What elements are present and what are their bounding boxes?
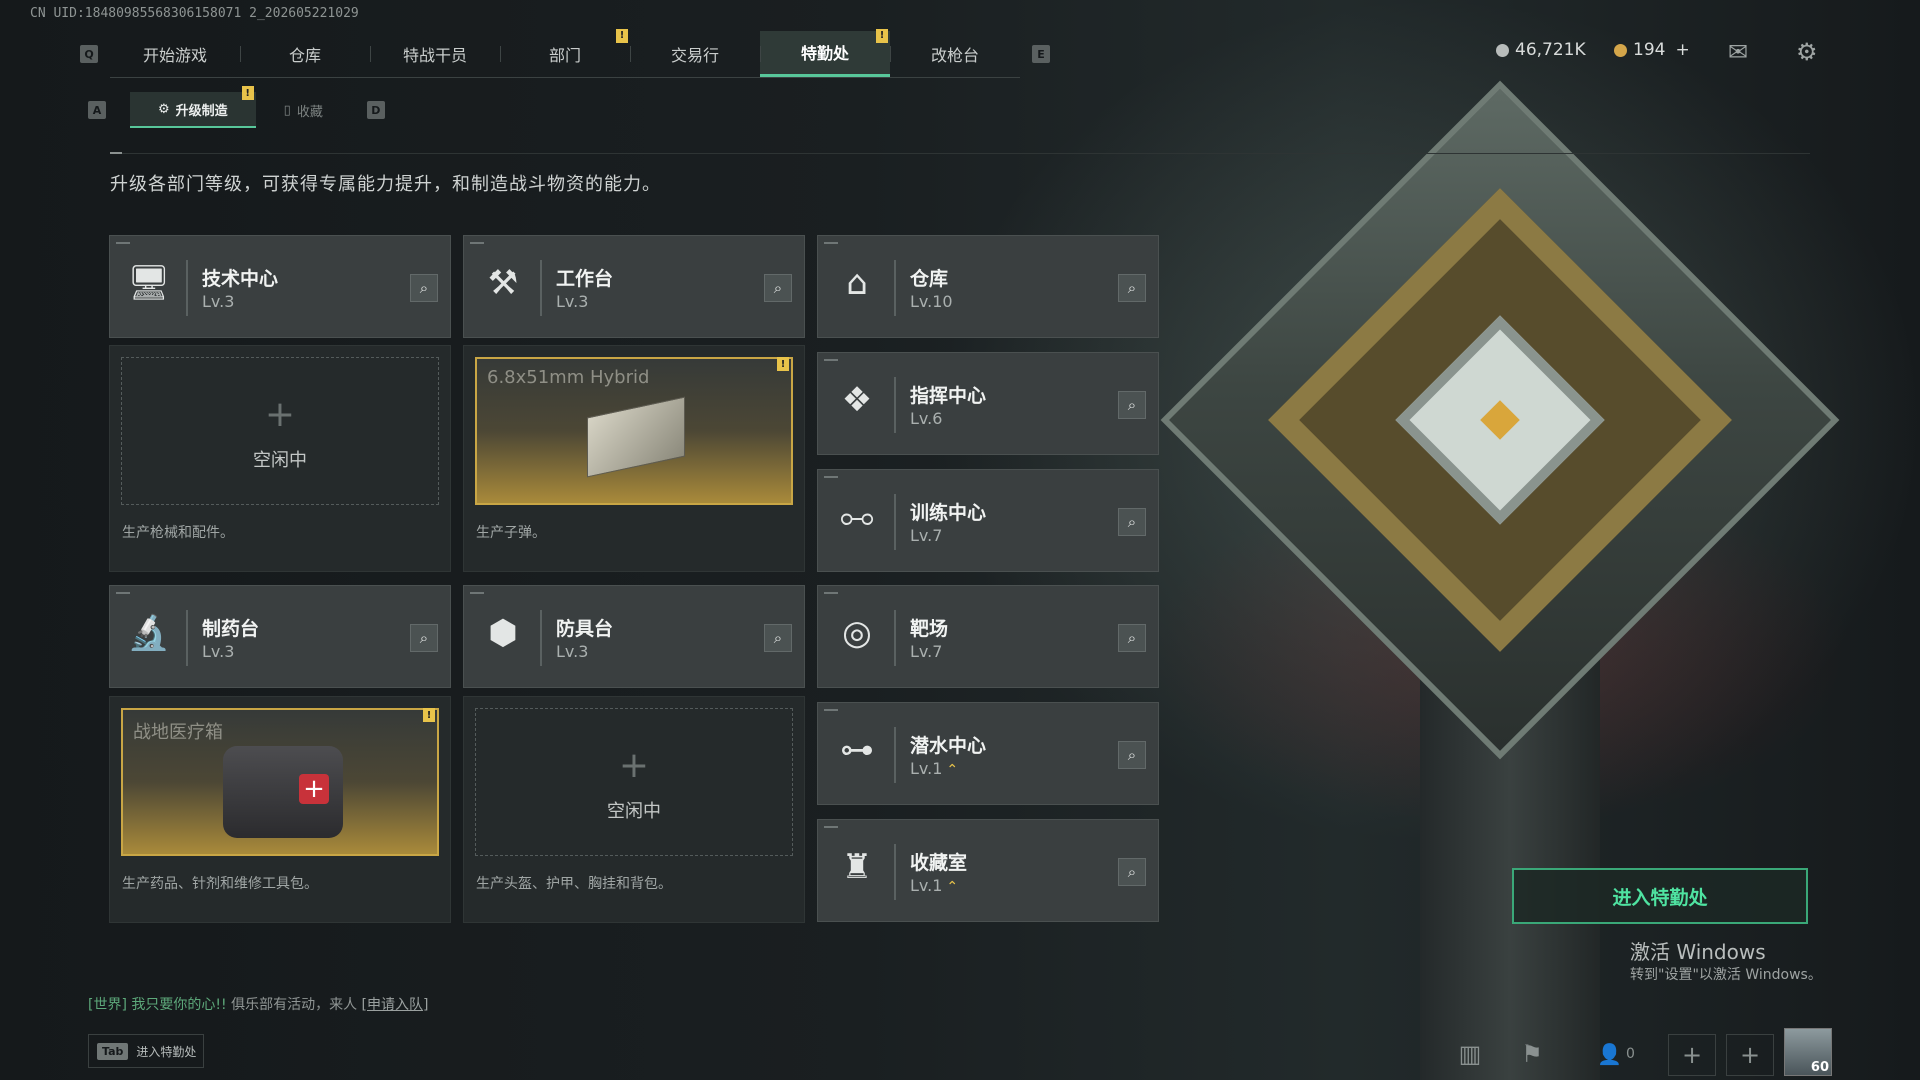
gear-icon[interactable]: ⚙ [1796,38,1818,66]
production-slot-pharmacy: 战地医疗箱 ! + 生产药品、针剂和维修工具包。 [109,696,451,923]
notification-badge: ! [241,86,254,100]
empty-slot-button[interactable]: + 空闲中 [121,357,439,505]
tab-shortcut-hint[interactable]: Tab 进入特勤处 [88,1034,204,1068]
craft-icon: ⚙ [158,101,170,117]
search-icon[interactable]: ⌕ [1118,508,1146,536]
tab-gunsmith[interactable]: 改枪台 [890,31,1020,77]
dept-card-command-center[interactable]: ❖ 指挥中心 Lv.6 ⌕ [817,352,1159,455]
target-icon: ◎ [842,613,872,653]
production-slot-tech-center: + 空闲中 生产枪械和配件。 [109,345,451,572]
plus-icon: + [618,745,650,786]
stats-icon[interactable]: ▥ [1452,1034,1488,1074]
dept-card-collection-room[interactable]: ♜ 收藏室 Lv.1 ⌃ ⌕ [817,819,1159,922]
notification-badge: ! [876,28,888,43]
add-slot-icon[interactable]: + [1726,1034,1774,1076]
search-icon[interactable]: ⌕ [1118,274,1146,302]
empty-slot-button[interactable]: + 空闲中 [475,708,793,856]
production-slot-armor-bench: + 空闲中 生产头盔、护甲、胸挂和背包。 [463,696,805,923]
notification-badge: ! [423,708,435,722]
search-icon[interactable]: ⌕ [1118,858,1146,886]
tab-operators[interactable]: 特战干员 [370,31,500,77]
nav-left-key[interactable]: Q [80,45,98,63]
friends-button[interactable]: 👤 0 [1586,1034,1646,1074]
tab-departments[interactable]: 部门! [500,28,630,77]
windows-activation-subtitle: 转到"设置"以激活 Windows。 [1630,967,1822,983]
producing-item-ammo[interactable]: 6.8x51mm Hybrid ! [475,357,793,505]
subtab-upgrade-craft[interactable]: ⚙ 升级制造 ! [130,86,256,128]
premium-balance[interactable]: 194 + [1614,40,1690,60]
wrench-hammer-icon: ⚒ [487,263,519,303]
chat-message: [世界] 我只要你的心!! 俱乐部有活动，来人 [申请入队] [88,997,429,1013]
dept-card-workbench[interactable]: ⚒ 工作台 Lv.3 ⌕ [463,235,805,338]
dept-card-armor-bench[interactable]: ⬢ 防具台 Lv.3 ⌕ [463,585,805,688]
nav-right-key[interactable]: E [1032,45,1050,63]
plus-icon: + [264,394,296,435]
tab-warehouse[interactable]: 仓库 [240,31,370,77]
apply-join-link[interactable]: [申请入队] [362,997,429,1013]
tab-special-ops[interactable]: 特勤处! [760,28,890,77]
page-description: 升级各部门等级，可获得专属能力提升，和制造战斗物资的能力。 [110,174,661,195]
player-uid: CN UID:18480985568306158071 2_2026052210… [30,6,359,21]
hq-cube-illustration [1160,80,1840,760]
search-icon[interactable]: ⌕ [764,624,792,652]
subnav-left-key[interactable]: A [88,101,106,119]
notification-badge: ! [616,28,628,43]
search-icon[interactable]: ⌕ [410,274,438,302]
tab-start-game[interactable]: 开始游戏 [110,31,240,77]
divider [110,153,1810,154]
production-slot-workbench: 6.8x51mm Hybrid ! 生产子弹。 [463,345,805,572]
dept-card-training-center[interactable]: ⧟ 训练中心 Lv.7 ⌕ [817,469,1159,572]
divider-accent [110,152,122,154]
subtab-collection[interactable]: ▯ 收藏 [256,93,351,127]
search-icon[interactable]: ⌕ [1118,391,1146,419]
search-icon[interactable]: ⌕ [764,274,792,302]
avatar[interactable]: 60 [1784,1028,1832,1076]
dept-card-warehouse[interactable]: ⌂ 仓库 Lv.10 ⌕ [817,235,1159,338]
microscope-icon: 🔬 [127,613,171,653]
dumbbell-icon: ⧟ [840,497,874,537]
premium-coin-icon [1614,43,1627,57]
ammo-box-image [587,396,685,478]
dept-card-pharmacy[interactable]: 🔬 制药台 Lv.3 ⌕ [109,585,451,688]
monitor-icon: 🖥 [127,263,171,303]
cubes-icon: ⬢ [488,613,518,653]
coin-balance: 46,721K [1496,40,1586,60]
medkit-image: + [223,746,343,838]
coin-icon [1496,43,1509,57]
sub-navigation: A ⚙ 升级制造 ! ▯ 收藏 D [88,86,385,128]
upgrade-available-icon: ⌃ [946,762,959,778]
add-slot-icon[interactable]: + [1668,1034,1716,1076]
producing-item-medkit[interactable]: 战地医疗箱 ! + [121,708,439,856]
collection-icon: ▯ [283,102,291,118]
search-icon[interactable]: ⌕ [1118,741,1146,769]
add-premium-button[interactable]: + [1675,40,1689,60]
mail-icon[interactable]: ✉ [1728,38,1748,66]
dept-card-tech-center[interactable]: 🖥 技术中心 Lv.3 ⌕ [109,235,451,338]
search-icon[interactable]: ⌕ [1118,624,1146,652]
tab-trading[interactable]: 交易行 [630,31,760,77]
trophy-case-icon: ♜ [841,847,873,887]
enter-special-ops-button[interactable]: 进入特勤处 [1512,868,1808,924]
subnav-right-key[interactable]: D [366,101,385,119]
notification-badge: ! [777,357,789,371]
upgrade-available-icon: ⌃ [946,879,959,895]
command-icon: ❖ [841,380,873,420]
dept-card-diving-center[interactable]: ⊶ 潜水中心 Lv.1 ⌃ ⌕ [817,702,1159,805]
main-navigation: Q 开始游戏 仓库 特战干员 部门! 交易行 特勤处! 改枪台 E [80,28,1050,78]
warehouse-icon: ⌂ [846,263,868,303]
flag-icon[interactable]: ⚑ [1514,1034,1550,1074]
dept-card-shooting-range[interactable]: ◎ 靶场 Lv.7 ⌕ [817,585,1159,688]
search-icon[interactable]: ⌕ [410,624,438,652]
user-icon: 👤 [1597,1042,1622,1066]
windows-activation-title: 激活 Windows [1630,940,1766,964]
diving-mask-icon: ⊶ [840,730,874,770]
